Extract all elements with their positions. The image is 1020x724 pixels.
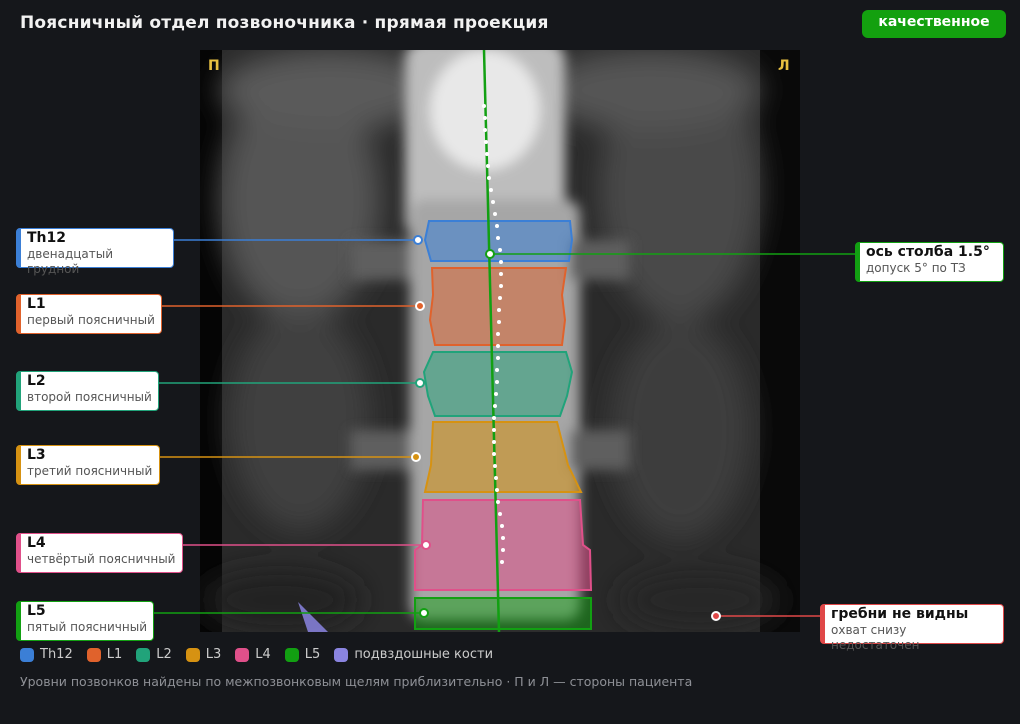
footnote: Уровни позвонков найдены по межпозвонков… xyxy=(20,674,693,689)
legend-label: L2 xyxy=(156,647,172,662)
label-l1-code: L1 xyxy=(27,296,46,312)
legend-item-iliac: подвздошные кости xyxy=(334,647,493,662)
axis-note-sub: допуск 5° по ТЗ xyxy=(866,261,966,275)
label-l3-name: третий поясничный xyxy=(27,464,153,478)
label-th12-name: двенадцатый грудной xyxy=(27,247,114,276)
overlay-l4[interactable] xyxy=(414,499,593,591)
label-l5[interactable]: L5 пятый поясничный xyxy=(16,601,154,641)
label-l4-name: четвёртый поясничный xyxy=(27,552,176,566)
label-l1-name: первый поясничный xyxy=(27,313,155,327)
anchor-iliac xyxy=(711,611,721,621)
legend-label: L4 xyxy=(255,647,271,662)
label-l4[interactable]: L4 четвёртый поясничный xyxy=(16,533,183,573)
label-l2-code: L2 xyxy=(27,373,46,389)
legend-swatch xyxy=(185,647,200,662)
side-marker-left: Л xyxy=(778,58,790,74)
label-l4-code: L4 xyxy=(27,535,46,551)
label-th12-code: Th12 xyxy=(27,230,66,246)
label-l3[interactable]: L3 третий поясничный xyxy=(16,445,160,485)
anchor-th12 xyxy=(413,235,423,245)
anchor-l3 xyxy=(411,452,421,462)
legend-label: L1 xyxy=(106,647,123,662)
legend-swatch xyxy=(235,647,250,662)
axis-note-title: ось столба 1.5° xyxy=(866,244,990,260)
legend-swatch xyxy=(86,647,101,662)
label-l2[interactable]: L2 второй поясничный xyxy=(16,371,159,411)
legend-item-th12: Th12 xyxy=(20,647,73,662)
legend-item-l2: L2 xyxy=(136,647,172,662)
legend-swatch xyxy=(20,647,34,662)
label-th12[interactable]: Th12 двенадцатый грудной xyxy=(16,228,174,276)
legend-label: L3 xyxy=(205,647,222,662)
anchor-l4 xyxy=(421,540,431,550)
anchor-axis xyxy=(485,249,495,259)
overlay-l3[interactable] xyxy=(423,421,583,493)
iliac-note-sub: охват снизу недостаточен xyxy=(831,623,920,652)
legend-item-l1: L1 xyxy=(86,647,123,662)
axis-note[interactable]: ось столба 1.5° допуск 5° по ТЗ xyxy=(855,242,1004,282)
label-l3-code: L3 xyxy=(27,447,46,463)
label-l5-name: пятый поясничный xyxy=(27,620,147,634)
side-marker-right: П xyxy=(208,58,220,74)
legend-label: Th12 xyxy=(40,647,73,662)
legend-item-l4: L4 xyxy=(235,647,271,662)
legend-swatch xyxy=(334,647,349,662)
overlay-l5[interactable] xyxy=(414,597,592,630)
label-l2-name: второй поясничный xyxy=(27,390,152,404)
legend-item-l3: L3 xyxy=(185,647,222,662)
legend-item-l5: L5 xyxy=(284,647,321,662)
anchor-l2 xyxy=(415,378,425,388)
label-l5-code: L5 xyxy=(27,603,46,619)
iliac-note-title: гребни не видны xyxy=(831,606,969,622)
label-l1[interactable]: L1 первый поясничный xyxy=(16,294,162,334)
legend: Th12 L1 L2 L3 L4 L5 подвздошные кости xyxy=(20,647,507,662)
legend-swatch xyxy=(136,647,151,662)
overlay-l2[interactable] xyxy=(422,351,574,417)
iliac-note[interactable]: гребни не видны охват снизу недостаточен xyxy=(820,604,1004,652)
legend-label: L5 xyxy=(304,647,321,662)
legend-label: подвздошные кости xyxy=(354,647,494,662)
anchor-l5 xyxy=(419,608,429,618)
legend-swatch xyxy=(284,647,299,662)
anchor-l1 xyxy=(415,301,425,311)
